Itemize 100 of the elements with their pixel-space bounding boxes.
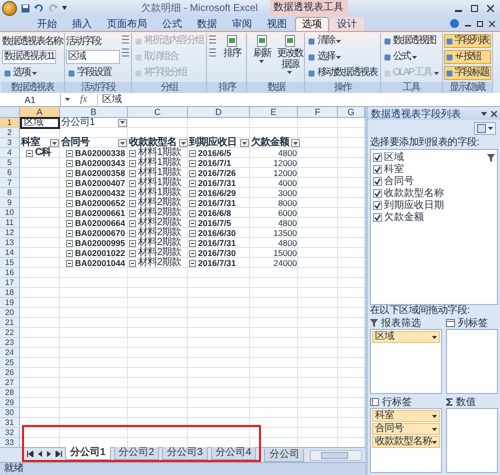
row-header[interactable]: 30 <box>0 408 20 418</box>
row-header[interactable]: 22 <box>0 328 20 338</box>
row-header[interactable]: 1 <box>0 118 20 128</box>
column-header[interactable]: C <box>128 107 188 118</box>
name-box[interactable]: A1 <box>0 94 61 106</box>
row-header[interactable]: 8 <box>0 188 20 198</box>
ribbon-button[interactable]: 刷新 <box>248 34 276 64</box>
undo-icon[interactable] <box>34 4 44 12</box>
ribbon-tab[interactable]: 插入 <box>65 17 99 31</box>
row-header[interactable]: 5 <box>0 158 20 168</box>
collapse-icon[interactable] <box>129 190 136 196</box>
field-name[interactable]: 合同号 <box>384 176 414 187</box>
collapse-icon[interactable] <box>129 150 136 156</box>
checkbox[interactable] <box>373 201 382 210</box>
caret-icon[interactable] <box>62 6 67 10</box>
field-name[interactable]: 收款款型名称 <box>384 188 444 199</box>
collapse-icon[interactable] <box>189 250 196 256</box>
next-sheet-icon[interactable] <box>46 450 52 456</box>
table-cell[interactable]: 区域 <box>21 118 59 128</box>
column-header[interactable]: F <box>298 107 338 118</box>
field-chip[interactable]: 科室 <box>372 410 440 422</box>
ribbon-button[interactable]: +/- 按钮 <box>444 50 491 64</box>
row-header[interactable]: 27 <box>0 378 20 388</box>
row-header[interactable]: 21 <box>0 318 20 328</box>
text-field[interactable]: 数据透视表11 <box>2 50 56 64</box>
last-sheet-icon[interactable] <box>55 450 62 456</box>
row-header[interactable]: 18 <box>0 288 20 298</box>
collapse-icon[interactable] <box>66 210 73 216</box>
collapse-icon[interactable] <box>66 260 73 266</box>
field-name[interactable]: 到期应收日期 <box>384 200 444 211</box>
sheet-tab[interactable]: 分公司3 <box>162 447 208 460</box>
row-header[interactable]: 15 <box>0 258 20 268</box>
row-header[interactable]: 4 <box>0 148 20 158</box>
column-header[interactable]: E <box>250 107 298 118</box>
row-header[interactable]: 19 <box>0 298 20 308</box>
sheet-tab[interactable]: 分公司2 <box>114 447 160 460</box>
collapse-icon[interactable] <box>189 200 196 206</box>
ribbon-button[interactable]: 移动数据透视表 <box>306 66 379 80</box>
small-icon-button[interactable] <box>208 34 218 45</box>
ribbon-tab[interactable]: 公式 <box>155 17 189 31</box>
dropdown-icon[interactable] <box>50 139 59 147</box>
ribbon-button[interactable]: 选项 <box>2 66 63 80</box>
ribbon-tab[interactable]: 开始 <box>30 17 64 31</box>
collapse-icon[interactable] <box>26 150 33 156</box>
ribbon-tab[interactable]: 数据 <box>190 17 224 31</box>
collapse-icon[interactable] <box>189 210 196 216</box>
collapse-icon[interactable] <box>129 260 136 266</box>
first-sheet-icon[interactable] <box>27 450 34 456</box>
collapse-icon[interactable] <box>189 230 196 236</box>
collapse-icon[interactable] <box>129 210 136 216</box>
dropdown-icon[interactable] <box>118 139 127 147</box>
sheet-tab[interactable]: 分公司 <box>264 448 304 462</box>
checkbox[interactable] <box>373 165 382 174</box>
row-header[interactable]: 14 <box>0 248 20 258</box>
row-header[interactable]: 20 <box>0 308 20 318</box>
ribbon-button[interactable]: 更改数据源 <box>276 34 304 75</box>
ribbon-button[interactable]: 数据透视图 <box>382 34 441 48</box>
field-chip[interactable]: 收款款型名称 <box>372 436 440 448</box>
field-name[interactable]: 科室 <box>384 164 404 175</box>
checkbox[interactable] <box>373 177 382 186</box>
collapse-icon[interactable] <box>66 240 73 246</box>
close-icon[interactable] <box>491 110 497 116</box>
help-icon[interactable] <box>450 19 459 28</box>
row-header[interactable]: 6 <box>0 168 20 178</box>
collapse-icon[interactable] <box>66 230 73 236</box>
ribbon-button[interactable]: 字段标题 <box>444 66 491 80</box>
collapse-icon[interactable] <box>129 160 136 166</box>
collapse-icon[interactable] <box>66 190 73 196</box>
row-header[interactable]: 23 <box>0 338 20 348</box>
collapse-icon[interactable] <box>129 220 136 226</box>
drop-area[interactable]: 区域 <box>370 329 442 394</box>
close-icon[interactable] <box>489 20 495 26</box>
collapse-icon[interactable] <box>189 170 196 176</box>
horizontal-scrollbar[interactable] <box>310 450 362 460</box>
sheet-tab[interactable]: 分公司1 <box>65 447 111 460</box>
checkbox[interactable] <box>373 189 382 198</box>
column-header[interactable]: G <box>338 107 365 118</box>
collapse-icon[interactable] <box>66 150 73 156</box>
dropdown-icon[interactable] <box>240 139 249 147</box>
row-header[interactable]: 10 <box>0 208 20 218</box>
row-header[interactable]: 33 <box>0 438 20 447</box>
collapse-icon[interactable] <box>189 240 196 246</box>
sheet-tab[interactable]: 分公司4 <box>210 447 256 460</box>
row-header[interactable]: 29 <box>0 398 20 408</box>
column-header[interactable]: D <box>188 107 250 118</box>
row-header[interactable]: 11 <box>0 218 20 228</box>
ribbon-tab[interactable]: 页面布局 <box>100 17 154 31</box>
row-header[interactable]: 28 <box>0 388 20 398</box>
checkbox[interactable] <box>373 213 382 222</box>
collapse-icon[interactable] <box>129 200 136 206</box>
row-header[interactable]: 9 <box>0 198 20 208</box>
collapse-icon[interactable] <box>189 180 196 186</box>
row-header[interactable]: 24 <box>0 348 20 358</box>
field-chip[interactable]: 合同号 <box>372 423 440 435</box>
ribbon-tab[interactable]: 审阅 <box>225 17 259 31</box>
ribbon-tab[interactable]: 设计 <box>330 17 364 31</box>
collapse-icon[interactable] <box>66 220 73 226</box>
dropdown-icon[interactable] <box>178 139 188 147</box>
dropdown-icon[interactable] <box>291 139 300 147</box>
row-header[interactable]: 32 <box>0 428 20 438</box>
